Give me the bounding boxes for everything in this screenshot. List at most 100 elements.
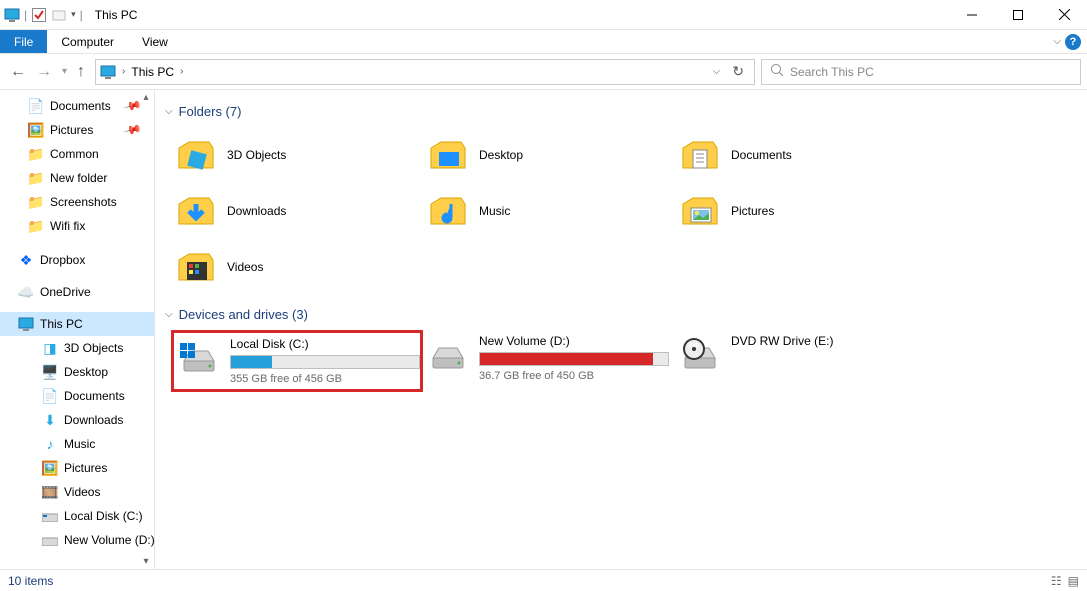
document-icon (679, 134, 721, 176)
this-pc-icon (100, 64, 116, 80)
drive-icon (427, 334, 469, 376)
forward-button[interactable]: → (36, 63, 52, 81)
download-icon (175, 190, 217, 232)
folder-item[interactable]: Pictures (675, 183, 927, 239)
sidebar-item-label: Documents (64, 389, 125, 403)
status-text: 10 items (8, 574, 53, 588)
maximize-button[interactable] (995, 0, 1041, 30)
refresh-button[interactable]: ↻ (726, 63, 750, 80)
ribbon-collapse-icon[interactable]: ⌵ (1053, 36, 1061, 47)
sidebar-item-label: Pictures (64, 461, 107, 475)
music-icon: ♪ (42, 436, 58, 452)
quick-access-icon[interactable] (51, 7, 67, 23)
search-input[interactable]: Search This PC (761, 59, 1081, 85)
sidebar-item-label: Wifi fix (50, 219, 85, 233)
tab-computer[interactable]: Computer (47, 30, 128, 53)
chevron-down-icon: ⌵ (165, 309, 173, 320)
nav-bar: ← → ▾ ↑ › This PC › ⌵ ↻ Search This PC (0, 54, 1087, 90)
sidebar-item-3d-objects[interactable]: ◨ 3D Objects (0, 336, 154, 360)
statusbar: 10 items ☷ ▤ (0, 569, 1087, 591)
picture-icon (679, 190, 721, 232)
folder-item[interactable]: 3D Objects (171, 127, 423, 183)
drive-free-text: 36.7 GB free of 450 GB (479, 370, 671, 382)
folder-item[interactable]: Documents (675, 127, 927, 183)
sidebar-item-common[interactable]: 📁Common (0, 142, 154, 166)
dropdown-icon[interactable]: ▾ (71, 9, 76, 20)
drive-item[interactable]: Local Disk (C:)355 GB free of 456 GB (171, 330, 423, 392)
history-dropdown-icon[interactable]: ▾ (62, 66, 67, 77)
tiles-view-icon[interactable]: ▤ (1068, 574, 1079, 588)
drive-free-text: 355 GB free of 456 GB (230, 373, 420, 385)
sidebar-item-label: Desktop (64, 365, 108, 379)
group-drives-header[interactable]: ⌵ Devices and drives (3) (161, 303, 1081, 330)
sidebar-item-videos[interactable]: 🎞️Videos (0, 480, 154, 504)
sidebar-item-local-disk-c[interactable]: Local Disk (C:) (0, 504, 154, 528)
sidebar-item-pictures[interactable]: 🖼️Pictures📌 (0, 118, 154, 142)
drive-usage-bar (479, 352, 669, 366)
sidebar-item-dropbox[interactable]: ❖Dropbox (0, 248, 154, 272)
tab-view[interactable]: View (128, 30, 182, 53)
tab-file[interactable]: File (0, 30, 47, 53)
folder-label: Documents (731, 148, 792, 162)
drive-label: New Volume (D:) (479, 334, 671, 348)
separator: | (24, 8, 27, 22)
breadcrumb[interactable]: This PC (131, 65, 174, 79)
help-icon[interactable]: ? (1065, 34, 1081, 50)
group-title: Devices and drives (3) (179, 307, 308, 322)
drive-icon (42, 508, 58, 524)
up-button[interactable]: ↑ (77, 63, 85, 81)
3d-icon (175, 134, 217, 176)
address-dropdown-icon[interactable]: ⌵ (713, 66, 721, 77)
folder-label: Videos (227, 260, 263, 274)
sidebar-item-this-pc[interactable]: This PC (0, 312, 154, 336)
sidebar-item-screenshots[interactable]: 📁Screenshots (0, 190, 154, 214)
sidebar-item-newfolder[interactable]: 📁New folder (0, 166, 154, 190)
address-bar[interactable]: › This PC › ⌵ ↻ (95, 59, 755, 85)
sidebar-item-label: Pictures (50, 123, 93, 137)
sidebar-item-pictures-2[interactable]: 🖼️Pictures (0, 456, 154, 480)
folder-label: Pictures (731, 204, 774, 218)
chevron-right-icon[interactable]: › (122, 66, 125, 77)
sidebar-item-new-volume-d[interactable]: New Volume (D:) (0, 528, 154, 552)
folder-item[interactable]: Music (423, 183, 675, 239)
sidebar-item-label: New folder (50, 171, 107, 185)
sidebar-item-downloads[interactable]: ⬇Downloads (0, 408, 154, 432)
sidebar-item-wifi-fix[interactable]: 📁 Wifi fix (0, 214, 154, 238)
folder-label: 3D Objects (227, 148, 286, 162)
sidebar-item-onedrive[interactable]: ☁️OneDrive (0, 280, 154, 304)
sidebar-item-documents[interactable]: 📄Documents📌 (0, 94, 154, 118)
sidebar-item-label: Downloads (64, 413, 123, 427)
svg-text:DVD: DVD (689, 343, 700, 349)
ribbon: File Computer View ⌵ ? (0, 30, 1087, 54)
folder-label: Desktop (479, 148, 523, 162)
main-content: ⌵ Folders (7) 3D Objects Desktop Documents… (155, 90, 1087, 569)
folder-icon: 📁 (28, 218, 44, 234)
separator: | (80, 8, 83, 22)
close-button[interactable] (1041, 0, 1087, 30)
sidebar-item-music[interactable]: ♪Music (0, 432, 154, 456)
drive-item[interactable]: DVDDVD RW Drive (E:) (675, 330, 927, 392)
scrollbar[interactable]: ▴▾ (138, 90, 154, 569)
drive-item[interactable]: New Volume (D:) 36.7 GB free of 450 GB (423, 330, 675, 392)
video-icon (175, 246, 217, 288)
folder-item[interactable]: Downloads (171, 183, 423, 239)
checkbox-icon[interactable] (31, 7, 47, 23)
desktop-icon (427, 134, 469, 176)
folder-label: Downloads (227, 204, 286, 218)
sidebar-item-desktop[interactable]: 🖥️Desktop (0, 360, 154, 384)
sidebar-item-label: OneDrive (40, 285, 91, 299)
sidebar-item-documents-2[interactable]: 📄Documents (0, 384, 154, 408)
chevron-right-icon[interactable]: › (180, 66, 183, 77)
sidebar-item-label: Videos (64, 485, 100, 499)
window-title: This PC (95, 8, 138, 22)
group-folders-header[interactable]: ⌵ Folders (7) (161, 100, 1081, 127)
search-placeholder: Search This PC (790, 65, 874, 79)
sidebar-item-label: 3D Objects (64, 341, 123, 355)
back-button[interactable]: ← (10, 63, 26, 81)
folder-icon: 📁 (28, 146, 44, 162)
minimize-button[interactable] (949, 0, 995, 30)
folder-item[interactable]: Videos (171, 239, 423, 295)
details-view-icon[interactable]: ☷ (1051, 574, 1062, 588)
3d-icon: ◨ (42, 340, 58, 356)
folder-item[interactable]: Desktop (423, 127, 675, 183)
